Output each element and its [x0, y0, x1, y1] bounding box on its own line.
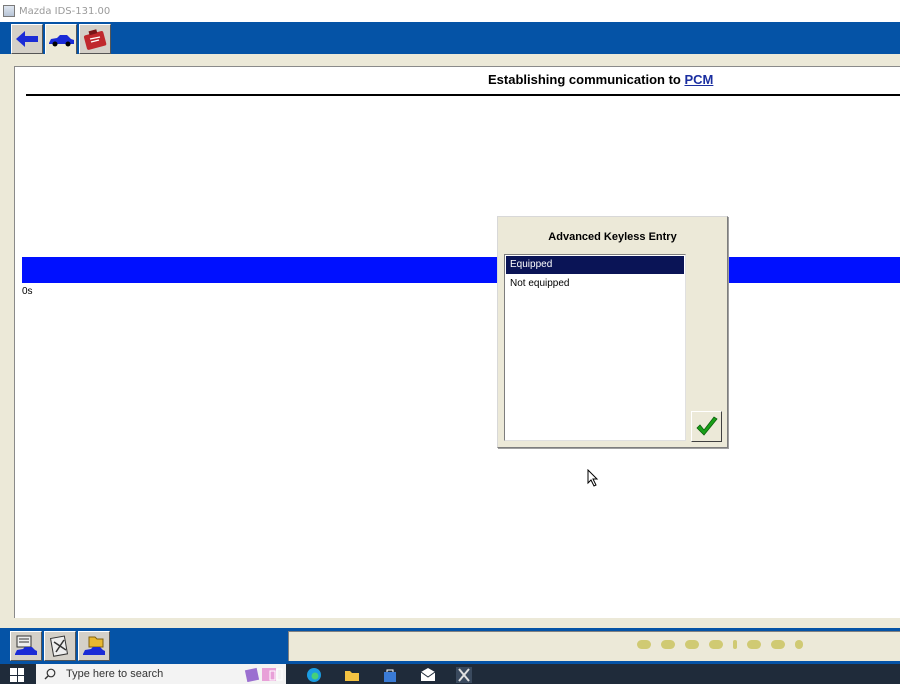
open-folder-vehicle-icon — [83, 636, 105, 655]
vehicle-icon — [49, 35, 74, 47]
page-title-text: Establishing communication to — [488, 72, 681, 87]
dialog-title: Advanced Keyless Entry — [548, 231, 677, 243]
windows-taskbar: Type here to search — [0, 664, 900, 684]
bottom-toolbar — [0, 628, 900, 664]
vehicle-session-icon — [15, 635, 37, 655]
tools-icon — [49, 635, 69, 657]
list-item-equipped[interactable]: Equipped — [506, 256, 684, 274]
status-led-icon — [733, 640, 737, 649]
search-placeholder: Type here to search — [66, 668, 164, 680]
status-indicators — [637, 640, 803, 649]
search-icon — [44, 668, 56, 680]
status-led-icon — [661, 640, 675, 649]
header-divider — [26, 94, 900, 96]
ids-taskbar-icon[interactable] — [456, 667, 472, 683]
task-view-icon[interactable] — [268, 667, 284, 683]
vehicle-session-button[interactable] — [10, 631, 42, 661]
back-arrow-icon — [16, 31, 38, 47]
window-title: Mazda IDS-131.00 — [19, 5, 111, 17]
window-title-bar: Mazda IDS-131.00 — [0, 0, 900, 22]
page-title: Establishing communication to PCM — [488, 72, 713, 87]
app-window-icon — [3, 5, 15, 17]
edge-browser-icon[interactable] — [306, 667, 322, 683]
status-led-icon — [637, 640, 651, 649]
status-led-icon — [747, 640, 761, 649]
store-icon[interactable] — [382, 667, 398, 683]
ok-button[interactable] — [691, 411, 722, 442]
status-led-icon — [795, 640, 803, 649]
file-explorer-icon[interactable] — [344, 667, 360, 683]
vehicle-tab[interactable] — [45, 24, 77, 55]
tools-button[interactable] — [44, 631, 76, 661]
toolbox-button[interactable] — [79, 24, 111, 54]
toolbox-icon — [83, 29, 107, 50]
back-button[interactable] — [11, 24, 43, 54]
status-led-icon — [709, 640, 723, 649]
option-listbox[interactable]: Equipped Not equipped — [504, 254, 686, 441]
status-led-icon — [771, 640, 785, 649]
mouse-cursor-icon — [587, 469, 599, 487]
status-bar — [288, 631, 900, 661]
elapsed-time-label: 0s — [22, 286, 33, 297]
mail-icon[interactable] — [420, 667, 436, 683]
communication-progress-bar — [22, 257, 900, 283]
checkmark-icon — [695, 415, 718, 436]
pcm-link[interactable]: PCM — [684, 72, 713, 87]
open-session-button[interactable] — [78, 631, 110, 661]
top-toolbar — [0, 22, 900, 55]
windows-start-icon[interactable] — [10, 668, 24, 682]
advanced-keyless-entry-dialog: Advanced Keyless Entry Equipped Not equi… — [497, 216, 728, 448]
list-item-not-equipped[interactable]: Not equipped — [506, 275, 684, 293]
content-panel — [14, 66, 900, 618]
status-led-icon — [685, 640, 699, 649]
taskbar-search-box[interactable]: Type here to search — [36, 664, 286, 684]
